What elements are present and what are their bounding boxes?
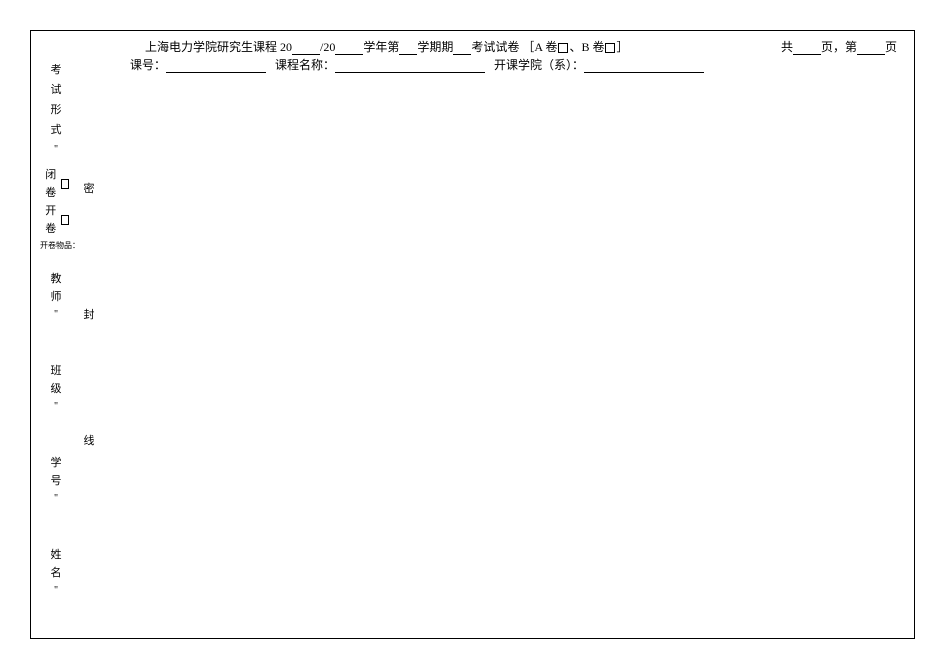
a-paper-checkbox[interactable] <box>558 43 568 53</box>
title-suffix: 考试试卷 <box>471 40 519 54</box>
title-prefix: 上海电力学院研究生课程 20 <box>145 40 292 54</box>
closed-label: 闭卷 <box>42 166 60 202</box>
course-info-line: 课号： 课程名称： 开课学院（系）： <box>130 56 704 73</box>
title-mid1: /20 <box>320 40 335 54</box>
open-items-label: 开卷物品： <box>40 240 70 251</box>
student-no-label: 学 号 " <box>42 454 70 508</box>
dept-field[interactable] <box>584 59 704 73</box>
exam-mode-options: 闭卷 开卷 <box>42 166 70 238</box>
year-end-blank[interactable] <box>335 41 363 55</box>
semester-blank[interactable] <box>399 41 417 55</box>
bracket-open: ［ <box>522 40 534 54</box>
total-prefix: 共 <box>781 40 793 54</box>
open-label: 开卷 <box>42 202 60 238</box>
period-blank[interactable] <box>453 41 471 55</box>
name-label: 姓 名 " <box>42 546 70 600</box>
closed-checkbox[interactable] <box>61 179 69 189</box>
left-sidebar-labels: 教 师 " 班 级 " 学 号 " 姓 名 " <box>42 270 70 638</box>
page-info: 共 页，第 页 <box>781 38 897 55</box>
a-paper-label: A 卷 <box>534 40 557 54</box>
class-label: 班 级 " <box>42 362 70 416</box>
total-pages-blank[interactable] <box>793 41 821 55</box>
year-start-blank[interactable] <box>292 41 320 55</box>
total-suffix: 页，第 <box>821 40 857 54</box>
open-checkbox[interactable] <box>61 215 69 225</box>
page-border <box>30 30 915 639</box>
title-mid2: 学年第 <box>363 40 399 54</box>
seal-char-feng: 封 <box>82 306 96 322</box>
seal-line-column: 密 封 线 <box>82 180 96 558</box>
course-name-label: 课程名称： <box>275 58 335 72</box>
dept-label: 开课学院（系）： <box>494 58 584 72</box>
course-no-label: 课号： <box>130 58 166 72</box>
seal-char-xian: 线 <box>82 432 96 448</box>
course-name-field[interactable] <box>335 59 485 73</box>
current-page-blank[interactable] <box>857 41 885 55</box>
bracket-close: ］ <box>616 40 628 54</box>
current-suffix: 页 <box>885 40 897 54</box>
seal-char-mi: 密 <box>82 180 96 196</box>
b-paper-label: B 卷 <box>581 40 604 54</box>
b-paper-checkbox[interactable] <box>605 43 615 53</box>
left-sidebar-top: 考 试 形 式 " 闭卷 开卷 开卷物品： <box>42 60 70 251</box>
exam-form-label: 考 试 形 式 " <box>42 60 70 160</box>
teacher-label: 教 师 " <box>42 270 70 324</box>
course-no-field[interactable] <box>166 59 266 73</box>
title-mid3: 学期期 <box>417 40 453 54</box>
separator: 、 <box>569 40 581 54</box>
